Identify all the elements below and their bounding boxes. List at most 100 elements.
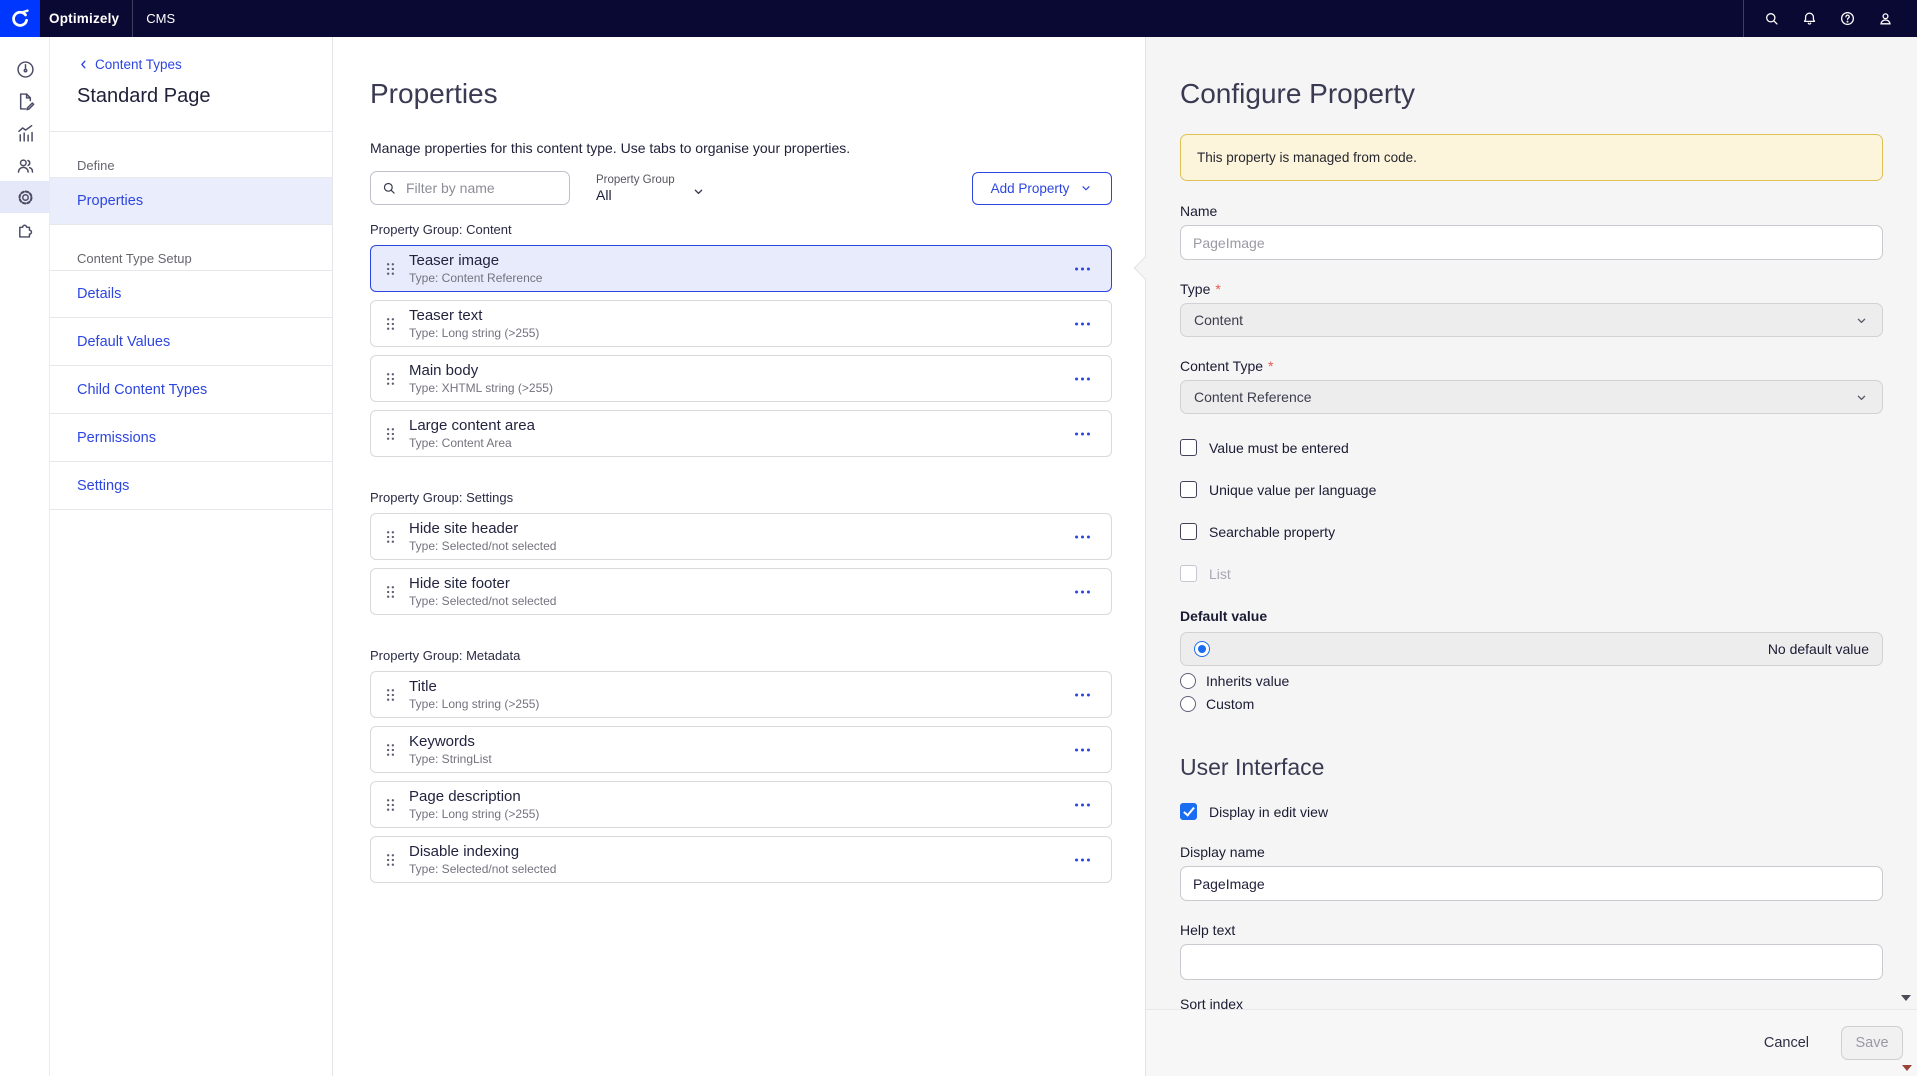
sidebar-item-child-content-types[interactable]: Child Content Types	[50, 366, 332, 414]
property-row-hide-site-header[interactable]: Hide site headerType: Selected/not selec…	[370, 513, 1112, 560]
radio-inherits-value[interactable]: Inherits value	[1180, 673, 1883, 689]
scrollbar-down-arrow[interactable]	[1901, 995, 1911, 1001]
radio-label: Inherits value	[1206, 673, 1289, 689]
default-value-radios: No default value Inherits value Custom	[1180, 632, 1883, 712]
checkbox-label: Value must be entered	[1209, 440, 1349, 456]
property-row-page-description[interactable]: Page descriptionType: Long string (>255)	[370, 781, 1112, 828]
more-options-icon[interactable]	[1070, 317, 1095, 331]
help-text-input[interactable]	[1180, 944, 1883, 980]
property-row-large-content-area[interactable]: Large content areaType: Content Area	[370, 410, 1112, 457]
checkbox-box[interactable]	[1180, 481, 1197, 498]
checkbox-box[interactable]	[1180, 523, 1197, 540]
drag-handle-icon[interactable]	[385, 584, 396, 600]
cancel-button[interactable]: Cancel	[1758, 1034, 1815, 1052]
more-options-icon[interactable]	[1070, 372, 1095, 386]
property-option-checkboxes: Value must be entered Unique value per la…	[1180, 439, 1883, 582]
users-icon[interactable]	[0, 149, 50, 181]
property-row-hide-site-footer[interactable]: Hide site footerType: Selected/not selec…	[370, 568, 1112, 615]
property-row-text: TitleType: Long string (>255)	[409, 678, 539, 711]
drag-handle-icon[interactable]	[385, 742, 396, 758]
sidebar-item-properties[interactable]: Properties	[50, 177, 332, 225]
property-row-title[interactable]: TitleType: Long string (>255)	[370, 671, 1112, 718]
drag-handle-icon[interactable]	[385, 529, 396, 545]
property-row-text: Teaser imageType: Content Reference	[409, 252, 542, 285]
property-group-label: Property Group: Metadata	[370, 648, 1112, 663]
panel-title: Configure Property	[1180, 78, 1883, 110]
property-group-select-value: All	[596, 187, 675, 203]
property-row-keywords[interactable]: KeywordsType: StringList	[370, 726, 1112, 773]
property-row-main-body[interactable]: Main bodyType: XHTML string (>255)	[370, 355, 1112, 402]
drag-handle-icon[interactable]	[385, 261, 396, 277]
display-name-input[interactable]	[1180, 866, 1883, 901]
drag-handle-icon[interactable]	[385, 426, 396, 442]
property-type: Type: Long string (>255)	[409, 807, 539, 821]
dashboard-icon[interactable]	[0, 53, 50, 85]
name-label: Name	[1180, 203, 1883, 219]
settings-icon[interactable]	[0, 181, 50, 213]
account-icon[interactable]	[1866, 0, 1904, 37]
display-name-label: Display name	[1180, 844, 1883, 860]
name-input[interactable]	[1180, 225, 1883, 260]
drag-handle-icon[interactable]	[385, 316, 396, 332]
drag-handle-icon[interactable]	[385, 371, 396, 387]
chevron-down-icon	[1854, 390, 1869, 405]
more-options-icon[interactable]	[1070, 530, 1095, 544]
sidebar-item-default-values[interactable]: Default Values	[50, 318, 332, 366]
property-group-select-label: Property Group	[596, 174, 675, 186]
checkbox-display-in-edit-view[interactable]: Display in edit view	[1180, 803, 1883, 820]
radio-circle[interactable]	[1194, 641, 1210, 657]
property-row-teaser-image[interactable]: Teaser imageType: Content Reference	[370, 245, 1112, 292]
property-title: Title	[409, 678, 539, 695]
property-type: Type: Long string (>255)	[409, 326, 539, 340]
addons-icon[interactable]	[0, 213, 50, 245]
more-options-icon[interactable]	[1070, 688, 1095, 702]
analytics-icon[interactable]	[0, 117, 50, 149]
notifications-icon[interactable]	[1790, 0, 1828, 37]
checkbox-searchable-property[interactable]: Searchable property	[1180, 523, 1883, 540]
radio-circle[interactable]	[1180, 696, 1196, 712]
sort-index-label: Sort index	[1180, 996, 1883, 1010]
more-options-icon[interactable]	[1070, 743, 1095, 757]
property-row-disable-indexing[interactable]: Disable indexingType: Selected/not selec…	[370, 836, 1112, 883]
search-icon[interactable]	[1752, 0, 1790, 37]
radio-custom[interactable]: Custom	[1180, 696, 1883, 712]
more-options-icon[interactable]	[1070, 427, 1095, 441]
more-options-icon[interactable]	[1070, 798, 1095, 812]
search-icon	[381, 180, 397, 196]
checkbox-box[interactable]	[1180, 439, 1197, 456]
sidebar-item-permissions[interactable]: Permissions	[50, 414, 332, 462]
optimizely-logo[interactable]	[0, 0, 40, 37]
content-type-select[interactable]: Content Reference	[1180, 380, 1883, 414]
content-edit-icon[interactable]	[0, 85, 50, 117]
drag-handle-icon[interactable]	[385, 687, 396, 703]
more-options-icon[interactable]	[1070, 853, 1095, 867]
property-row-teaser-text[interactable]: Teaser textType: Long string (>255)	[370, 300, 1112, 347]
chevron-down-icon	[1854, 313, 1869, 328]
save-button[interactable]: Save	[1841, 1026, 1903, 1060]
more-options-icon[interactable]	[1070, 262, 1095, 276]
add-property-button[interactable]: Add Property	[972, 172, 1112, 205]
brand-name: Optimizely	[49, 11, 119, 26]
topbar-actions	[1743, 0, 1917, 37]
drag-handle-icon[interactable]	[385, 797, 396, 813]
checkbox-value-must-be-entered[interactable]: Value must be entered	[1180, 439, 1883, 456]
help-icon[interactable]	[1828, 0, 1866, 37]
radio-no-default-value[interactable]: No default value	[1180, 632, 1883, 666]
property-row-text: Main bodyType: XHTML string (>255)	[409, 362, 553, 395]
drag-handle-icon[interactable]	[385, 852, 396, 868]
property-title: Disable indexing	[409, 843, 556, 860]
required-marker: *	[1215, 281, 1220, 297]
property-row-text: Teaser textType: Long string (>255)	[409, 307, 539, 340]
chevron-down-icon	[691, 184, 706, 199]
property-group-select[interactable]: Property Group All	[596, 174, 706, 203]
type-select[interactable]: Content	[1180, 303, 1883, 337]
checkbox-unique-value-per-language[interactable]: Unique value per language	[1180, 481, 1883, 498]
back-link[interactable]: Content Types	[77, 57, 332, 72]
sidebar-item-settings[interactable]: Settings	[50, 462, 332, 510]
filter-input[interactable]	[404, 179, 559, 197]
window-scrollbar-down-arrow[interactable]	[1902, 1065, 1912, 1071]
sidebar-item-details[interactable]: Details	[50, 270, 332, 318]
checkbox-box[interactable]	[1180, 803, 1197, 820]
more-options-icon[interactable]	[1070, 585, 1095, 599]
radio-circle[interactable]	[1180, 673, 1196, 689]
